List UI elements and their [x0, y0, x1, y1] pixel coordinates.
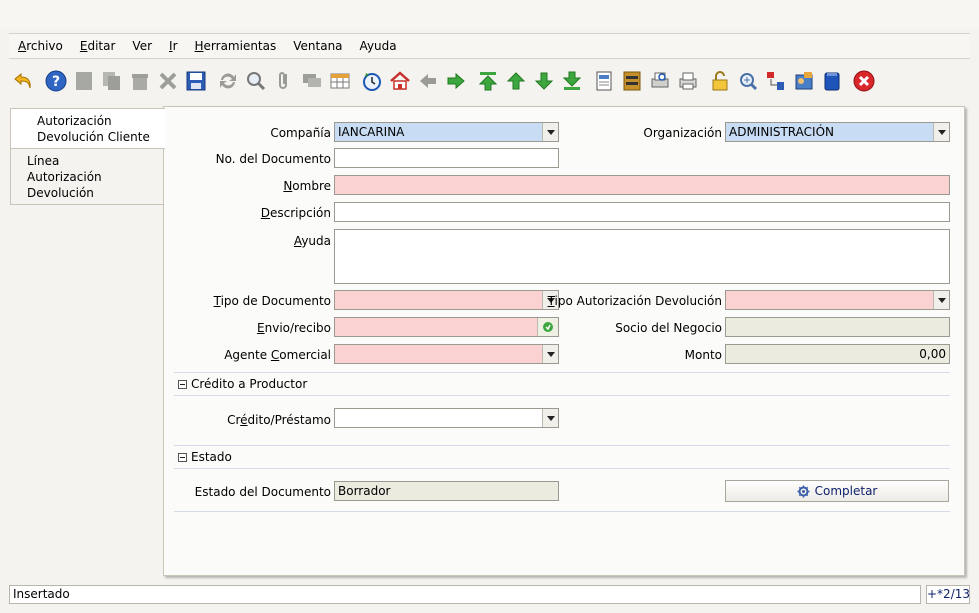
- undo-icon[interactable]: [10, 67, 38, 95]
- ra-type-label: Tipo Autorización Devolución: [547, 294, 722, 308]
- credit-label: Crédito/Préstamo: [227, 413, 331, 427]
- amount-field: 0,00: [725, 344, 950, 364]
- tab-label-line1: Línea: [27, 154, 60, 168]
- section-status-header[interactable]: Estado: [174, 445, 950, 469]
- copy-record-icon[interactable]: [98, 67, 126, 95]
- svg-text:?: ?: [52, 74, 60, 90]
- attachment-icon[interactable]: [270, 67, 298, 95]
- save-icon[interactable]: [182, 67, 210, 95]
- docstatus-label: Estado del Documento: [194, 485, 331, 499]
- menu-ir[interactable]: Ir: [160, 39, 185, 53]
- status-bar: Insertado: [9, 585, 921, 604]
- history-icon[interactable]: [358, 67, 386, 95]
- complete-button-label: Completar: [814, 484, 878, 498]
- delete-icon[interactable]: [126, 67, 154, 95]
- requests-icon[interactable]: [790, 67, 818, 95]
- organization-select[interactable]: ADMINISTRACIÓN: [725, 122, 950, 142]
- active-workflows-icon[interactable]: [762, 67, 790, 95]
- lookup-icon[interactable]: [537, 318, 558, 336]
- company-label: Compañía: [270, 126, 331, 140]
- chevron-down-icon[interactable]: [542, 345, 558, 363]
- grid-toggle-icon[interactable]: [326, 67, 354, 95]
- last-record-icon[interactable]: [558, 67, 586, 95]
- organization-value: ADMINISTRACIÓN: [729, 125, 834, 139]
- record-panel: Compañía IANCARINA Organización ADMINIST…: [163, 106, 965, 576]
- bpartner-field: [725, 317, 950, 337]
- company-value: IANCARINA: [338, 125, 405, 139]
- menu-archivo[interactable]: Archivo: [9, 39, 71, 53]
- chevron-down-icon[interactable]: [542, 409, 558, 427]
- menu-ayuda[interactable]: Ayuda: [351, 39, 405, 53]
- new-record-icon[interactable]: [70, 67, 98, 95]
- window-top-strip: [0, 0, 979, 28]
- menu-ver[interactable]: Ver: [123, 39, 160, 53]
- menu-ventana[interactable]: Ventana: [284, 39, 350, 53]
- doctype-label: Tipo de Documento: [213, 294, 331, 308]
- document-no-field[interactable]: [334, 148, 559, 168]
- shipment-label: Envio/recibo: [257, 321, 331, 335]
- menu-bar: Archivo Editar Ver Ir Herramientas Venta…: [9, 33, 970, 59]
- doctype-select[interactable]: [334, 290, 559, 310]
- delete-selection-icon[interactable]: [154, 67, 182, 95]
- home-icon[interactable]: [386, 67, 414, 95]
- section-credit-header[interactable]: Crédito a Productor: [174, 372, 950, 396]
- help-textarea[interactable]: [334, 229, 950, 284]
- company-select[interactable]: IANCARINA: [334, 122, 559, 142]
- refresh-icon[interactable]: [214, 67, 242, 95]
- tab-label-line2: Autorización Devolución: [27, 170, 102, 200]
- tab-linea-autorizacion-devolucion[interactable]: Línea Autorización Devolución: [10, 149, 163, 205]
- help-label: Ayuda: [293, 234, 331, 248]
- find-icon[interactable]: [242, 67, 270, 95]
- document-no-label: No. del Documento: [215, 152, 331, 166]
- first-record-icon[interactable]: [474, 67, 502, 95]
- description-field[interactable]: [334, 202, 950, 222]
- salesrep-select[interactable]: [334, 344, 559, 364]
- forward-icon[interactable]: [442, 67, 470, 95]
- previous-record-icon[interactable]: [502, 67, 530, 95]
- shipment-field[interactable]: [334, 317, 559, 337]
- zoom-across-icon[interactable]: [734, 67, 762, 95]
- amount-label: Monto: [684, 348, 722, 362]
- tab-list: Autorización Devolución Cliente Línea Au…: [10, 108, 165, 205]
- collapse-icon[interactable]: [178, 452, 187, 462]
- section-credit-title: Crédito a Productor: [191, 377, 308, 391]
- chevron-down-icon[interactable]: [542, 123, 558, 141]
- tab-label-line2: Devolución Cliente: [37, 130, 150, 144]
- complete-button[interactable]: Completar: [725, 480, 949, 502]
- collapse-icon[interactable]: [178, 379, 187, 389]
- report-icon[interactable]: [590, 67, 618, 95]
- bpartner-label: Socio del Negocio: [615, 321, 722, 335]
- tab-label-line1: Autorización: [37, 114, 112, 128]
- exit-icon[interactable]: [850, 67, 878, 95]
- help-icon[interactable]: ?: [42, 67, 70, 95]
- divider: [174, 511, 950, 512]
- menu-herramientas[interactable]: Herramientas: [186, 39, 285, 53]
- credit-select[interactable]: [334, 408, 559, 428]
- gear-icon: [797, 485, 810, 497]
- next-record-icon[interactable]: [530, 67, 558, 95]
- back-icon[interactable]: [414, 67, 442, 95]
- tab-autorizacion-devolucion-cliente[interactable]: Autorización Devolución Cliente: [10, 108, 165, 149]
- chat-icon[interactable]: [298, 67, 326, 95]
- archive-icon[interactable]: [618, 67, 646, 95]
- description-label: Descripción: [260, 206, 331, 220]
- name-field[interactable]: [334, 175, 950, 195]
- chevron-down-icon[interactable]: [933, 123, 949, 141]
- print-icon[interactable]: [674, 67, 702, 95]
- lock-icon[interactable]: [706, 67, 734, 95]
- salesrep-label: Agente Comercial: [224, 348, 331, 362]
- docstatus-field: Borrador: [334, 481, 559, 501]
- toolbar: ?: [10, 64, 878, 98]
- chevron-down-icon[interactable]: [933, 291, 949, 309]
- section-status-title: Estado: [191, 450, 232, 464]
- menu-editar[interactable]: Editar: [71, 39, 124, 53]
- ra-type-select[interactable]: [725, 290, 950, 310]
- product-info-icon[interactable]: [818, 67, 846, 95]
- organization-label: Organización: [643, 126, 722, 140]
- name-label: Nombre: [283, 179, 331, 193]
- print-preview-icon[interactable]: [646, 67, 674, 95]
- record-indicator[interactable]: +*2/13: [926, 585, 970, 604]
